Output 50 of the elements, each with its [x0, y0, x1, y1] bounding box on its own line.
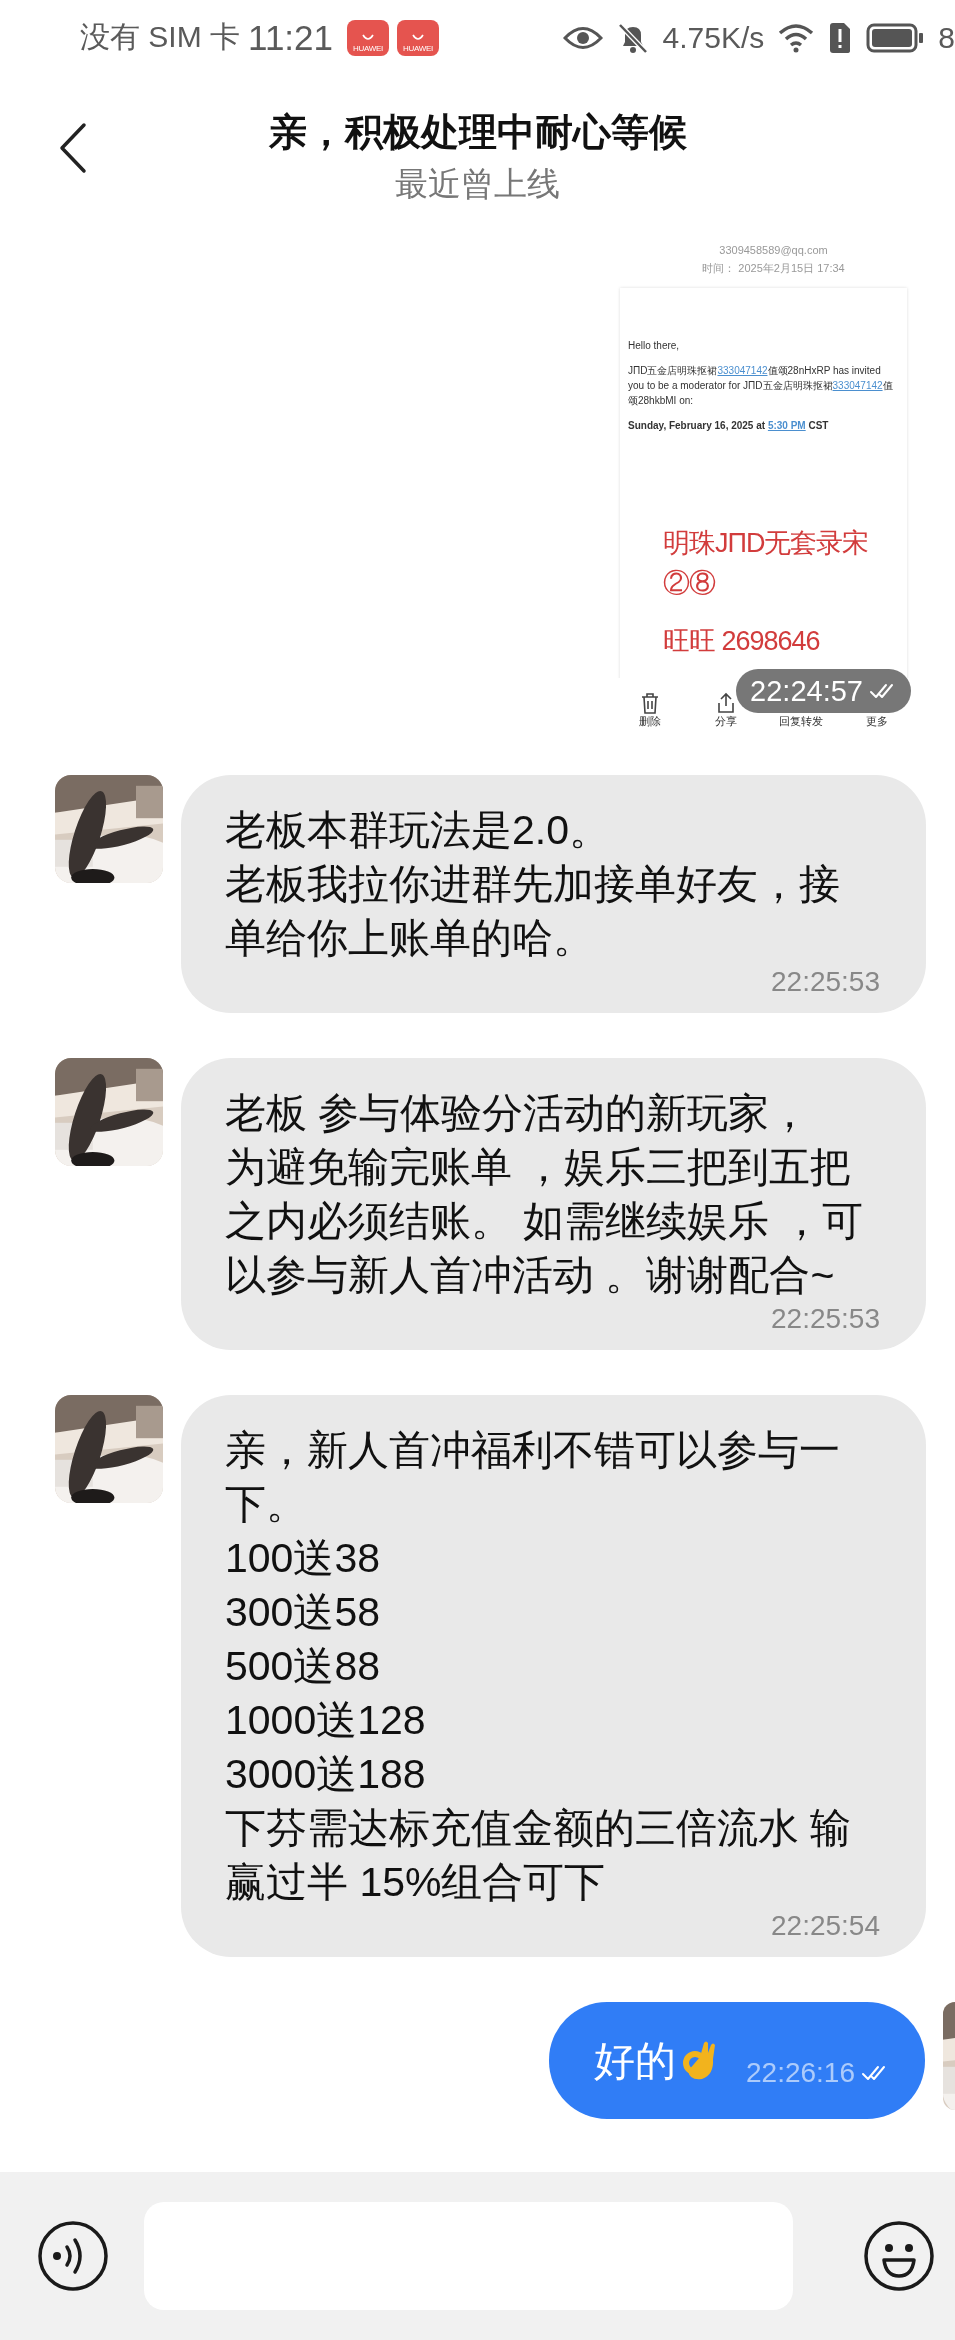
app-notification-icon: HUAWEI [397, 19, 439, 56]
email-sender: 3309458589@qq.com [719, 243, 828, 258]
message-time: 22:25:54 [771, 1909, 880, 1943]
wifi-icon [778, 22, 815, 53]
message-time: 22:26:16 [746, 2056, 855, 2089]
time-badge: 22:24:57 [736, 669, 911, 713]
battery-icon [866, 22, 925, 53]
message-text: 老板我拉你进群先加接单好友，接单给你上账单的哈。 [225, 860, 841, 963]
message-text: 老板本群玩法是2.0。 [225, 806, 611, 855]
message-text: 300送58 [225, 1588, 381, 1637]
email-link[interactable]: 5:30 PM [767, 420, 806, 431]
message-time: 22:25:53 [771, 1302, 880, 1336]
email-action-button[interactable]: 更多 [866, 715, 889, 728]
email-link[interactable]: 333047142 [832, 380, 883, 391]
message-text: 亲，新人首冲福利不错可以参与一下。 [225, 1426, 841, 1529]
clock: 11:21 [248, 17, 333, 58]
email-time: 时间： 2025年2月15日 17:34 [702, 261, 845, 276]
message-text: 为避免输完账单 ，娱乐三把到五把之内必须结账。 如需继续娱乐 ，可以参与新人首冲活动 。谢谢配合~ [225, 1143, 864, 1300]
email-greeting: Hello there, [628, 339, 681, 353]
message-text: 老板 参与体验分活动的新玩家， [225, 1089, 812, 1138]
message-text: 500送88 [225, 1642, 381, 1691]
message-time: 22:25:53 [771, 965, 880, 999]
email-link[interactable]: 333047142 [717, 365, 768, 376]
chat-title: 亲，积极处理中耐心等候 [268, 110, 687, 155]
emoji-button[interactable] [863, 2220, 935, 2292]
message-text: 100送38 [225, 1534, 381, 1583]
email-date: Sunday, February 16, 2025 at 5:30 PM CST [628, 419, 830, 433]
message-text: 下芬需达标充值金额的三倍流水 输赢过半 15%组合可下 [225, 1804, 853, 1907]
back-button[interactable] [58, 121, 88, 174]
banner-text: 旺旺 2698646 [663, 625, 821, 658]
carrier-text: 没有 SIM 卡 [80, 19, 240, 55]
muted-bell-icon [616, 21, 649, 54]
battery-percent: 8 [938, 20, 955, 55]
banner-text: 明珠JΠD无套录宋②⑧ [663, 527, 870, 600]
email-action-button[interactable]: 回复转发 [779, 715, 824, 728]
voice-button[interactable] [37, 2220, 109, 2292]
email-action-button[interactable]: 分享 [714, 715, 737, 728]
message-text: 好的 [594, 2036, 676, 2086]
message-text: 3000送188 [225, 1750, 427, 1799]
voice-icon [37, 2220, 109, 2292]
app-notification-icon: HUAWEI [347, 19, 389, 56]
message-text: 1000送128 [225, 1696, 427, 1745]
smiley-icon [863, 2220, 935, 2292]
network-speed: 4.75K/s [662, 20, 765, 55]
email-body: JΠD五金店明珠抠裙333047142值颂28nHxRP has invited you to be a moderator for JΠD五金店明珠抠裙333047142值颂28hkbMI on: [628, 364, 894, 408]
email-action-button[interactable]: 删除 [638, 715, 661, 728]
eye-icon [562, 24, 603, 51]
online-status: 最近曾上线 [395, 164, 560, 204]
back-icon [58, 121, 88, 174]
sim-alert-icon [828, 21, 853, 54]
